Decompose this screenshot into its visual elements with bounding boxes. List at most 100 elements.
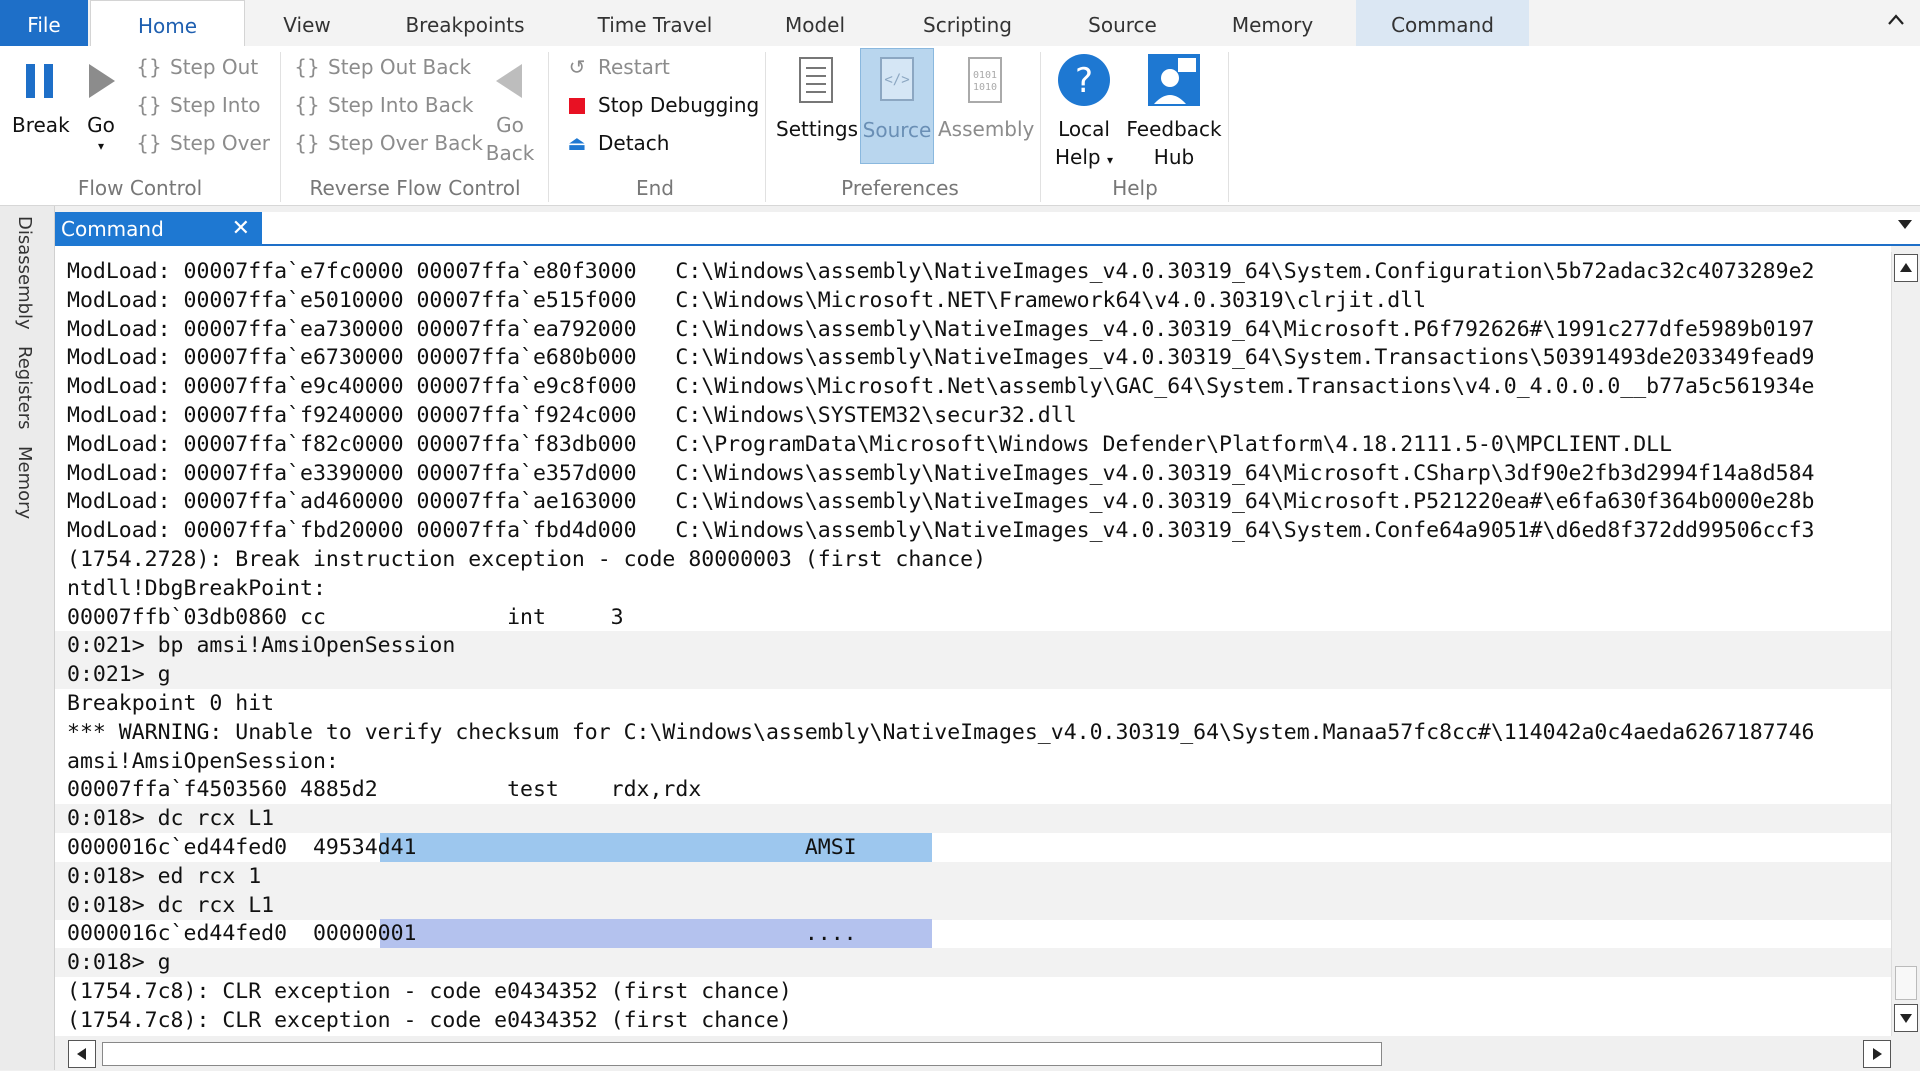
output-line: ModLoad: 00007ffa`f82c0000 00007ffa`f83d… <box>67 432 1673 457</box>
divider <box>1040 52 1041 202</box>
pause-icon <box>26 64 53 98</box>
tab-command[interactable]: Command <box>1356 0 1529 46</box>
local-help-dropdown-icon[interactable]: ▾ <box>1107 153 1113 167</box>
command-tab-label: Command <box>61 217 164 241</box>
output-line: ModLoad: 00007ffa`e5010000 00007ffa`e515… <box>67 288 1427 313</box>
output-line: 0000016c`ed44fed0 00000001 .... <box>67 921 857 946</box>
tab-home[interactable]: Home <box>90 0 245 46</box>
output-line: ModLoad: 00007ffa`ea730000 00007ffa`ea79… <box>67 317 1815 342</box>
play-icon <box>89 64 115 98</box>
local-help-button[interactable]: ? Local Help ▾ <box>1054 52 1114 174</box>
output-line: ModLoad: 00007ffa`e6730000 00007ffa`e680… <box>67 345 1815 370</box>
side-tab-disassembly[interactable]: Disassembly <box>14 216 35 330</box>
window-menu-dropdown-icon[interactable] <box>1898 220 1912 229</box>
eject-icon: ⏏ <box>567 131 587 155</box>
arrow-down-icon <box>1900 1014 1912 1023</box>
restart-button[interactable]: ↺ Restart <box>564 50 670 84</box>
collapse-ribbon-icon[interactable] <box>1886 10 1906 30</box>
step-into-icon: {} <box>136 93 162 117</box>
horizontal-scrollbar[interactable] <box>68 1040 1891 1068</box>
go-back-button[interactable]: Go Back <box>484 56 536 167</box>
tab-breakpoints[interactable]: Breakpoints <box>395 0 535 46</box>
command-prompt-line: 0:021> bp amsi!AmsiOpenSession <box>55 631 1891 660</box>
step-over-icon: {} <box>136 131 162 155</box>
source-button[interactable]: </> Source <box>860 48 934 164</box>
ribbon-tabs: File Home View Breakpoints Time Travel M… <box>0 0 1920 46</box>
scroll-down-button[interactable] <box>1894 1004 1918 1032</box>
output-line: ModLoad: 00007ffa`f9240000 00007ffa`f924… <box>67 403 1077 428</box>
restart-icon: ↺ <box>568 55 586 79</box>
group-preferences: Preferences <box>841 176 959 200</box>
output-line: 00007ffa`f4503560 4885d2 test rdx,rdx <box>67 777 702 802</box>
assembly-button[interactable]: 0101 1010 Assembly <box>938 54 1034 143</box>
go-button[interactable]: Go ▾ <box>78 56 124 153</box>
group-reverse-flow-control: Reverse Flow Control <box>309 176 521 200</box>
detach-button[interactable]: ⏏ Detach <box>564 126 670 160</box>
divider <box>1228 52 1229 202</box>
command-prompt-line: 0:021> g <box>55 660 1891 689</box>
command-prompt-line: 0:018> ed rcx 1 <box>55 862 1891 891</box>
output-line: ModLoad: 00007ffa`e3390000 00007ffa`e357… <box>67 461 1815 486</box>
settings-icon <box>799 57 833 103</box>
tab-memory[interactable]: Memory <box>1220 0 1325 46</box>
vertical-scrollbar[interactable] <box>1891 252 1920 1036</box>
svg-text:</>: </> <box>884 72 909 88</box>
group-help: Help <box>1112 176 1158 200</box>
step-into-button[interactable]: {} Step Into <box>136 88 260 122</box>
output-line: ntdll!DbgBreakPoint: <box>67 576 326 601</box>
stop-debugging-button[interactable]: Stop Debugging <box>564 88 759 122</box>
source-code-icon: </> <box>880 57 914 101</box>
command-tab[interactable]: Command ✕ <box>55 212 262 246</box>
step-out-button[interactable]: {} Step Out <box>136 50 258 84</box>
go-dropdown-icon[interactable]: ▾ <box>78 139 124 153</box>
reverse-play-icon <box>496 64 522 98</box>
scroll-up-button[interactable] <box>1894 254 1918 282</box>
break-button[interactable]: Break <box>12 56 70 139</box>
tab-source[interactable]: Source <box>1075 0 1170 46</box>
output-line: *** WARNING: Unable to verify checksum f… <box>67 720 1815 745</box>
arrow-right-icon <box>1873 1048 1882 1060</box>
settings-button[interactable]: Settings <box>776 54 858 143</box>
step-over-button[interactable]: {} Step Over <box>136 126 270 160</box>
step-out-icon: {} <box>136 55 162 79</box>
output-line: ModLoad: 00007ffa`e9c40000 00007ffa`e9c8… <box>67 374 1815 399</box>
ribbon: Break Go ▾ {} Step Out {} Step Into {} Step… <box>0 46 1920 206</box>
side-tab-registers[interactable]: Registers <box>14 346 35 430</box>
step-into-back-button[interactable]: {} Step Into Back <box>294 88 473 122</box>
step-over-back-button[interactable]: {} Step Over Back <box>294 126 483 160</box>
step-into-back-icon: {} <box>294 93 320 117</box>
tab-view[interactable]: View <box>262 0 352 46</box>
go-label: Go <box>87 113 115 137</box>
step-over-back-icon: {} <box>294 131 320 155</box>
side-tab-memory[interactable]: Memory <box>14 446 35 519</box>
svg-text:1010: 1010 <box>973 82 997 93</box>
close-icon[interactable]: ✕ <box>232 212 250 246</box>
output-line: (1754.2728): Break instruction exception… <box>67 547 987 572</box>
step-out-back-button[interactable]: {} Step Out Back <box>294 50 471 84</box>
scroll-right-button[interactable] <box>1863 1040 1891 1068</box>
feedback-hub-button[interactable]: Feedback Hub <box>1126 52 1222 171</box>
tab-scripting[interactable]: Scripting <box>910 0 1025 46</box>
help-icon: ? <box>1058 54 1110 106</box>
group-end: End <box>635 176 674 200</box>
command-output[interactable]: ModLoad: 00007ffa`e7fc0000 00007ffa`e80f… <box>55 246 1891 1036</box>
vertical-scroll-thumb[interactable] <box>1895 966 1917 1000</box>
horizontal-scroll-thumb[interactable] <box>102 1042 1382 1066</box>
tab-time-travel[interactable]: Time Travel <box>585 0 725 46</box>
command-prompt-line: 0:018> g <box>55 948 1891 977</box>
output-line: (1754.7c8): CLR exception - code e043435… <box>67 1008 792 1033</box>
tab-model[interactable]: Model <box>770 0 860 46</box>
tab-file[interactable]: File <box>0 0 88 46</box>
svg-text:0101: 0101 <box>973 70 997 81</box>
output-line: Breakpoint 0 hit <box>67 691 275 716</box>
command-window-header: Command ✕ <box>55 212 1920 246</box>
output-line: ModLoad: 00007ffa`ad460000 00007ffa`ae16… <box>67 489 1815 514</box>
scroll-left-button[interactable] <box>68 1040 96 1068</box>
stop-icon <box>564 88 590 122</box>
step-out-back-icon: {} <box>294 55 320 79</box>
arrow-left-icon <box>77 1048 86 1060</box>
output-line: amsi!AmsiOpenSession: <box>67 749 339 774</box>
output-line: (1754.7c8): CLR exception - code e043435… <box>67 979 792 1004</box>
arrow-up-icon <box>1900 263 1912 272</box>
group-flow-control: Flow Control <box>77 176 203 200</box>
